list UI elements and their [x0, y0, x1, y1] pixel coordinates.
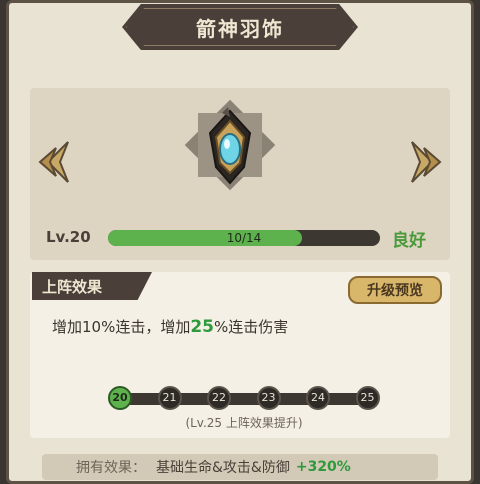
quality-label: 良好 — [392, 231, 426, 251]
progress-bar: 10/14 — [108, 230, 380, 246]
level-hint: (Lv.25 上阵效果提升) — [185, 416, 303, 430]
upgrade-preview-button[interactable]: 升级预览 — [348, 276, 442, 304]
effect-desc-suffix: %连击伤害 — [214, 318, 289, 336]
section-label: 上阵效果 — [32, 272, 152, 300]
arrow-left-icon[interactable] — [38, 140, 72, 184]
item-title: 箭神羽饰 — [196, 16, 284, 41]
effect-description: 增加10%连击，增加25%连击伤害 — [52, 316, 288, 337]
item-icon-frame[interactable] — [180, 95, 280, 195]
level-node: 22 — [207, 386, 231, 410]
level-node: 24 — [306, 386, 330, 410]
item-level: Lv.20 — [46, 228, 91, 246]
level-node: 23 — [256, 386, 281, 410]
effect-desc-highlight: 25 — [190, 317, 215, 337]
gem-icon — [208, 107, 252, 185]
level-node: 20 — [108, 386, 132, 410]
title-banner: 箭神羽饰 — [122, 4, 358, 50]
effect-desc-prefix: 增加10%连击，增加 — [52, 318, 191, 336]
owned-effect-bar: 拥有效果： 基础生命&攻击&防御 +320% — [42, 454, 438, 480]
owned-label: 拥有效果： — [76, 460, 146, 476]
level-node: 21 — [157, 386, 182, 410]
level-node: 25 — [355, 386, 380, 410]
owned-value: +320% — [295, 459, 351, 475]
arrow-right-icon[interactable] — [408, 140, 442, 184]
progress-text: 10/14 — [226, 231, 262, 245]
owned-text: 基础生命&攻击&防御 — [156, 460, 290, 476]
